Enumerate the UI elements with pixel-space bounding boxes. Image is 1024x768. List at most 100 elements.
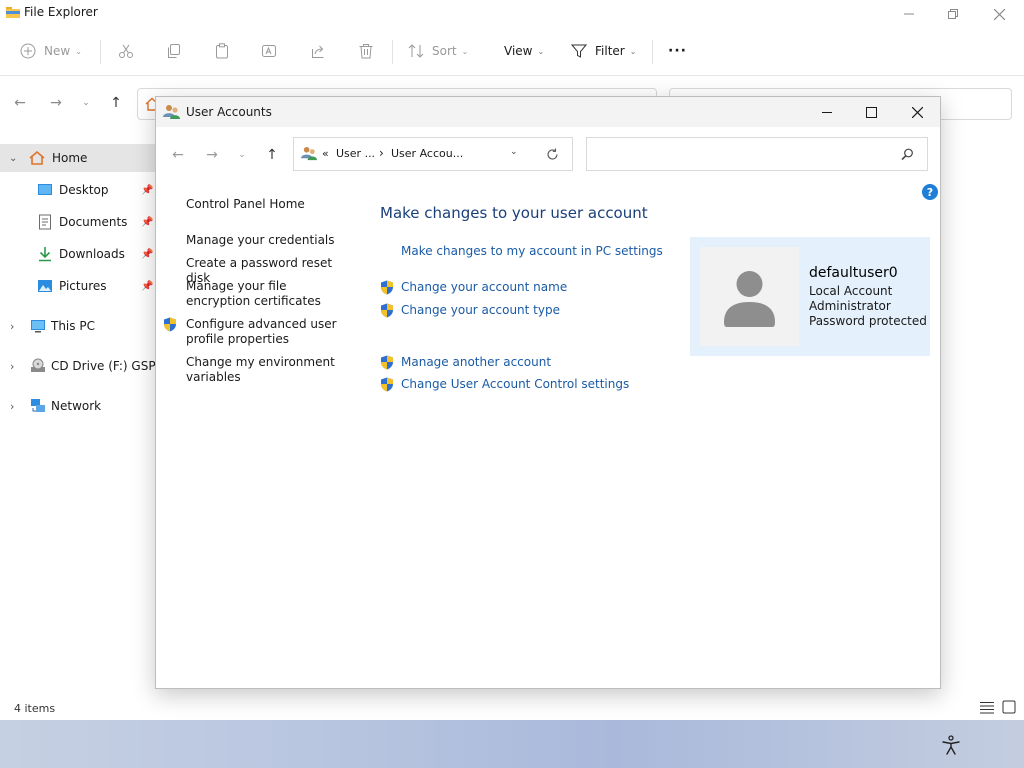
pc-settings-link[interactable]: Make changes to my account in PC setting… (401, 244, 663, 258)
sort-label: Sort (432, 44, 457, 58)
sidebar-item-cd-drive[interactable]: › CD Drive (F:) GSP1RI (0, 352, 156, 380)
sidebar-item-desktop[interactable]: Desktop 📌 (0, 176, 156, 204)
control-panel-home-link[interactable]: Control Panel Home (186, 197, 346, 212)
sidebar-item-network[interactable]: › Network (0, 392, 156, 420)
chevron-down-icon: ⌄ (629, 46, 637, 56)
ua-address-bar[interactable]: « User ... › User Accou... ⌄ (293, 137, 573, 171)
search-icon (901, 148, 913, 161)
copy-button[interactable] (166, 38, 182, 64)
account-security: Password protected (809, 314, 927, 328)
up-button[interactable]: ↑ (106, 93, 126, 113)
ua-close-button[interactable] (895, 100, 939, 124)
uac-shield-icon (381, 303, 393, 318)
cd-drive-icon (31, 358, 45, 372)
pin-icon: 📌 (141, 184, 154, 196)
rename-button[interactable] (262, 38, 278, 64)
filter-button[interactable]: Filter ⌄ (571, 38, 636, 64)
more-options-button[interactable]: ··· (668, 38, 687, 64)
pin-icon: 📌 (141, 280, 154, 292)
arrow-left-icon: ← (14, 95, 26, 111)
sidebar-label: CD Drive (F:) GSP1RI (51, 359, 156, 373)
trash-icon (359, 44, 373, 59)
chevron-down-icon: ⌄ (82, 98, 90, 108)
uac-shield-icon (381, 280, 393, 295)
sidebar-item-this-pc[interactable]: › This PC (0, 312, 156, 340)
sidebar-item-documents[interactable]: Documents 📌 (0, 208, 156, 236)
tiles-view-icon[interactable] (1002, 700, 1016, 714)
uac-shield-icon (381, 355, 393, 370)
explorer-minimize-button[interactable] (886, 2, 932, 26)
breadcrumb-separator: › (379, 146, 384, 160)
chevron-right-icon: › (10, 359, 15, 373)
user-accounts-window: User Accounts ← → ⌄ ↑ « User ... › User … (155, 96, 941, 689)
view-button[interactable]: View ⌄ (504, 38, 544, 64)
toolbar-divider (100, 40, 101, 64)
back-button[interactable]: ← (10, 93, 30, 113)
cut-button[interactable] (118, 38, 134, 64)
minimize-icon (822, 112, 832, 113)
avatar (700, 247, 799, 346)
breadcrumb-current[interactable]: User Accou... (391, 147, 463, 160)
sort-button[interactable]: Sort ⌄ (408, 38, 468, 64)
details-view-icon[interactable] (980, 701, 994, 714)
sidebar-item-home[interactable]: ⌄ Home (0, 144, 156, 172)
sidebar-item-downloads[interactable]: Downloads 📌 (0, 240, 156, 268)
user-accounts-title-bar: User Accounts (156, 97, 940, 127)
forward-button[interactable]: → (46, 93, 66, 113)
explorer-close-button[interactable] (976, 2, 1022, 26)
chevron-down-icon: ⌄ (461, 46, 469, 56)
desktop-icon (38, 184, 52, 195)
folder-icon (6, 7, 20, 18)
ua-up-button[interactable]: ↑ (264, 147, 280, 163)
ua-recent-button[interactable]: ⌄ (234, 147, 250, 163)
manage-credentials-link[interactable]: Manage your credentials (186, 233, 346, 248)
accessibility-icon[interactable] (940, 734, 962, 756)
user-accounts-title: User Accounts (186, 105, 272, 119)
pin-icon: 📌 (141, 216, 154, 228)
environment-variables-link[interactable]: Change my environment variables (186, 355, 346, 385)
address-dropdown-icon[interactable]: ⌄ (510, 147, 518, 157)
manage-another-account-link[interactable]: Manage another account (401, 355, 551, 369)
plus-circle-icon (20, 43, 36, 59)
uac-shield-icon (164, 317, 176, 332)
network-icon (31, 399, 45, 412)
account-type: Local Account (809, 284, 893, 298)
copy-icon (168, 44, 180, 58)
delete-button[interactable] (358, 38, 374, 64)
ua-maximize-button[interactable] (849, 100, 893, 124)
sort-icon (408, 44, 424, 58)
sidebar-item-pictures[interactable]: Pictures 📌 (0, 272, 156, 300)
ua-forward-button[interactable]: → (204, 147, 220, 163)
recent-locations-button[interactable]: ⌄ (76, 93, 96, 113)
arrow-right-icon: → (206, 147, 218, 163)
uac-settings-link[interactable]: Change User Account Control settings (401, 377, 629, 391)
explorer-restore-button[interactable] (930, 2, 976, 26)
user-accounts-icon (163, 105, 180, 119)
restore-icon (948, 9, 958, 19)
manage-encryption-certificates-link[interactable]: Manage your file encryption certificates (186, 279, 346, 309)
breadcrumb-parent[interactable]: User ... (336, 147, 375, 160)
change-account-type-link[interactable]: Change your account type (401, 303, 560, 317)
taskbar (0, 720, 1024, 768)
paste-button[interactable] (214, 38, 230, 64)
chevron-right-icon: › (10, 399, 15, 413)
arrow-left-icon: ← (172, 147, 184, 163)
account-name: defaultuser0 (809, 265, 898, 281)
advanced-profile-properties-link[interactable]: Configure advanced user profile properti… (186, 317, 346, 347)
sidebar-label: Network (51, 399, 102, 413)
page-heading: Make changes to your user account (380, 204, 648, 222)
ua-search-box[interactable] (586, 137, 928, 171)
status-bar-item-count: 4 items (14, 702, 56, 715)
breadcrumb-overflow[interactable]: « (322, 147, 329, 160)
ua-back-button[interactable]: ← (170, 147, 186, 163)
sidebar-label: Pictures (59, 279, 107, 293)
close-icon (911, 106, 923, 118)
ua-minimize-button[interactable] (805, 100, 849, 124)
help-button[interactable]: ? (922, 184, 938, 200)
share-button[interactable] (310, 38, 326, 64)
refresh-icon[interactable] (546, 148, 559, 161)
more-label: ··· (668, 43, 687, 59)
share-icon (312, 45, 324, 58)
change-account-name-link[interactable]: Change your account name (401, 280, 567, 294)
new-button[interactable]: New ⌄ (20, 38, 82, 64)
